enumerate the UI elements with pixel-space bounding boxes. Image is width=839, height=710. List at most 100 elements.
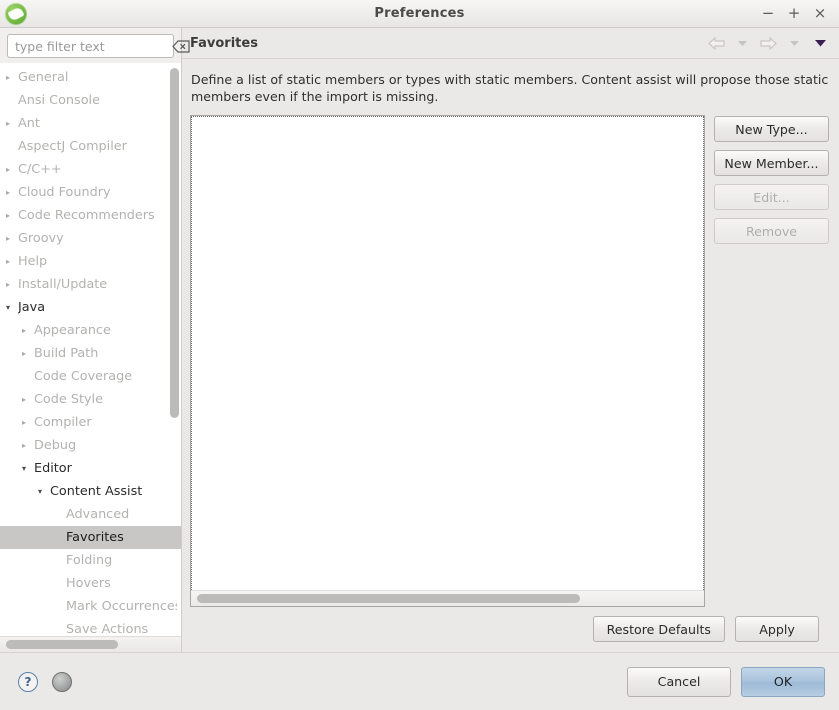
preferences-tree: ▸ General Ansi Console ▸ Ant AspectJ Compil…: [0, 63, 181, 636]
favorites-action-buttons: New Type... New Member... Edit... Remove: [714, 115, 829, 607]
sidebar-item-label: Code Coverage: [34, 369, 133, 384]
forward-arrow-icon[interactable]: [760, 36, 777, 50]
sidebar-item-advanced[interactable]: Advanced: [0, 503, 181, 526]
tree-vertical-scrollbar-thumb[interactable]: [170, 68, 179, 418]
tree-horizontal-scrollbar-thumb[interactable]: [6, 640, 118, 649]
chevron-right-icon[interactable]: ▸: [6, 280, 18, 289]
sidebar-item-ansi-console[interactable]: Ansi Console: [0, 89, 181, 112]
sidebar-item-label: Editor: [34, 461, 72, 476]
twisty-placeholder: [54, 603, 66, 611]
search-input[interactable]: [15, 38, 171, 54]
sidebar-item-install-update[interactable]: ▸ Install/Update: [0, 273, 181, 296]
sidebar-item-label: C/C++: [18, 162, 62, 177]
sidebar-item-label: Ansi Console: [18, 93, 100, 108]
sidebar-item-label: Save Actions: [66, 622, 149, 636]
sidebar-item-groovy[interactable]: ▸ Groovy: [0, 227, 181, 250]
sidebar-item-label: Compiler: [34, 415, 92, 430]
sidebar-item-label: Favorites: [66, 530, 124, 545]
chevron-right-icon[interactable]: ▸: [22, 326, 34, 335]
favorites-list-horizontal-scrollbar-thumb[interactable]: [197, 594, 580, 603]
sidebar-item-compiler[interactable]: ▸ Compiler: [0, 411, 181, 434]
ok-button[interactable]: OK: [741, 666, 825, 697]
window-controls: − + ×: [761, 6, 839, 21]
cancel-button[interactable]: Cancel: [627, 666, 731, 697]
sidebar-item-label: Content Assist: [50, 484, 143, 499]
favorites-list-items[interactable]: [191, 116, 704, 590]
chevron-right-icon[interactable]: ▸: [6, 73, 18, 82]
sidebar-item-label: Code Style: [34, 392, 103, 407]
page-header: Favorites: [182, 28, 839, 59]
chevron-right-icon[interactable]: ▸: [22, 395, 34, 404]
clear-backspace-icon[interactable]: [171, 39, 191, 54]
filter-container: [0, 28, 190, 63]
twisty-placeholder: [54, 580, 66, 588]
restore-defaults-button[interactable]: Restore Defaults: [592, 616, 725, 642]
chevron-right-icon[interactable]: ▸: [6, 188, 18, 197]
preferences-dialog: Preferences − + × type filter text ▸ Gen…: [0, 0, 839, 710]
sidebar-item-label: Java: [18, 300, 46, 315]
sidebar-item-hovers[interactable]: Hovers: [0, 572, 181, 595]
sidebar-item-aspectj-compiler[interactable]: AspectJ Compiler: [0, 135, 181, 158]
sidebar-item-java[interactable]: ▾ Java: [0, 296, 181, 319]
sidebar-item-ant[interactable]: ▸ Ant: [0, 112, 181, 135]
back-arrow-icon[interactable]: [708, 36, 725, 50]
chevron-right-icon[interactable]: ▸: [6, 257, 18, 266]
chevron-right-icon[interactable]: ▸: [6, 211, 18, 220]
filter-box[interactable]: [7, 34, 190, 58]
page-title: Favorites: [190, 35, 258, 51]
minimize-button[interactable]: −: [761, 6, 775, 21]
dialog-footer: ? Cancel OK: [0, 652, 839, 710]
new-member-button[interactable]: New Member...: [714, 150, 829, 177]
sidebar-item-c-c[interactable]: ▸ C/C++: [0, 158, 181, 181]
sidebar-item-label: Help: [18, 254, 48, 269]
sidebar-item-label: Hovers: [66, 576, 111, 591]
sidebar-item-mark-occurrences[interactable]: Mark Occurrences: [0, 595, 181, 618]
help-question-icon[interactable]: ?: [18, 671, 38, 692]
chevron-right-icon[interactable]: ▸: [22, 418, 34, 427]
chevron-right-icon[interactable]: ▸: [6, 119, 18, 128]
footer-buttons: Cancel OK: [627, 666, 825, 697]
chevron-down-icon[interactable]: ▾: [38, 487, 50, 496]
sidebar-item-build-path[interactable]: ▸ Build Path: [0, 342, 181, 365]
chevron-right-icon[interactable]: ▸: [22, 349, 34, 358]
preferences-tree-scroll: ▸ General Ansi Console ▸ Ant AspectJ Compil…: [0, 63, 181, 636]
sidebar-item-favorites[interactable]: Favorites: [0, 526, 181, 549]
sidebar-item-code-coverage[interactable]: Code Coverage: [0, 365, 181, 388]
sidebar-item-code-recommenders[interactable]: ▸ Code Recommenders: [0, 204, 181, 227]
chevron-down-icon[interactable]: ▾: [22, 464, 34, 473]
view-menu-triangle-icon[interactable]: [812, 36, 829, 50]
sidebar-item-debug[interactable]: ▸ Debug: [0, 434, 181, 457]
sidebar-item-help[interactable]: ▸ Help: [0, 250, 181, 273]
tree-vertical-scrollbar[interactable]: [170, 66, 179, 636]
sidebar-item-label: AspectJ Compiler: [18, 139, 127, 154]
chevron-right-icon[interactable]: ▸: [6, 234, 18, 243]
sidebar-item-appearance[interactable]: ▸ Appearance: [0, 319, 181, 342]
maximize-button[interactable]: +: [787, 6, 801, 21]
apply-button[interactable]: Apply: [735, 616, 819, 642]
sidebar-item-label: Advanced: [66, 507, 130, 522]
sidebar-item-cloud-foundry[interactable]: ▸ Cloud Foundry: [0, 181, 181, 204]
new-type-button[interactable]: New Type...: [714, 116, 829, 143]
tree-horizontal-scrollbar[interactable]: [0, 636, 181, 652]
sidebar-item-code-style[interactable]: ▸ Code Style: [0, 388, 181, 411]
favorites-content: New Type... New Member... Edit... Remove: [190, 115, 829, 607]
remove-button: Remove: [714, 218, 829, 245]
status-dot-icon[interactable]: [52, 671, 72, 692]
back-menu-chevron-down-icon[interactable]: [734, 36, 751, 50]
sidebar-item-folding[interactable]: Folding: [0, 549, 181, 572]
chevron-down-icon[interactable]: ▾: [6, 303, 18, 312]
sidebar-item-general[interactable]: ▸ General: [0, 66, 181, 89]
sidebar-item-label: General: [18, 70, 69, 85]
sidebar-item-editor[interactable]: ▾ Editor: [0, 457, 181, 480]
favorites-list-horizontal-scrollbar[interactable]: [191, 590, 704, 606]
sidebar-item-save-actions[interactable]: Save Actions: [0, 618, 181, 636]
twisty-placeholder: [54, 557, 66, 565]
close-button[interactable]: ×: [813, 6, 827, 21]
chevron-right-icon[interactable]: ▸: [22, 441, 34, 450]
forward-menu-chevron-down-icon[interactable]: [786, 36, 803, 50]
favorites-list[interactable]: [190, 115, 705, 607]
sidebar-item-label: Ant: [18, 116, 40, 131]
twisty-placeholder: [6, 143, 18, 151]
sidebar-item-content-assist[interactable]: ▾ Content Assist: [0, 480, 181, 503]
chevron-right-icon[interactable]: ▸: [6, 165, 18, 174]
